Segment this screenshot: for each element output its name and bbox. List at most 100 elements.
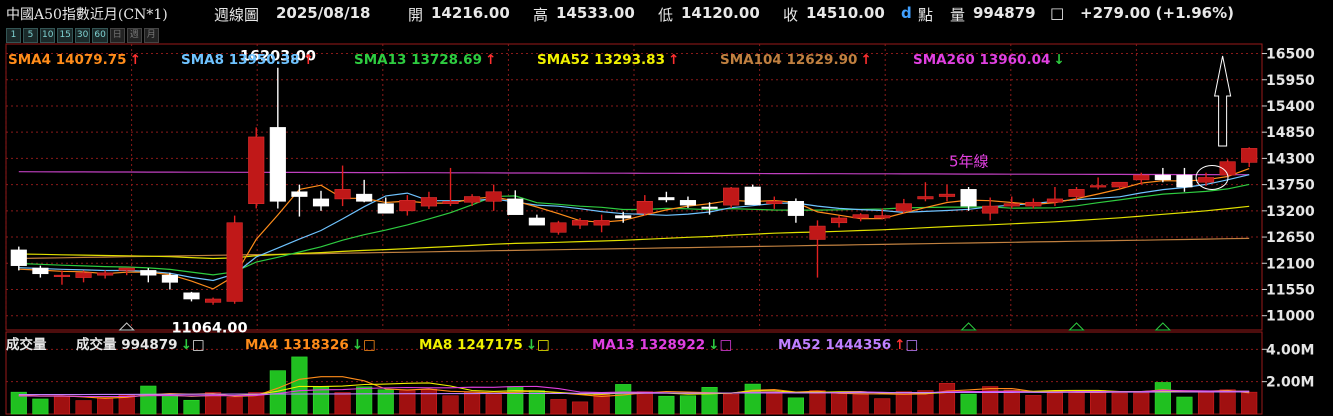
volume-bar (75, 400, 92, 415)
candle-body (852, 214, 869, 219)
candle (744, 184, 761, 205)
volume-axis-label: 2.00M (1266, 375, 1314, 391)
candle-body (442, 201, 459, 204)
legend-item: MA8 1247175 ↓□ (419, 337, 550, 353)
candle-body (140, 270, 157, 276)
price-axis: 11000 11550 12100 12650 13200 13750 14300 14850… (1262, 47, 1315, 325)
price-panel-frame (5, 43, 1263, 331)
legend-item: MA52 1444356 ↑□ (778, 337, 918, 353)
chart-canvas: 11000 11550 12100 12650 13200 13750 14300 14850… (5, 43, 1315, 415)
candle-body (312, 198, 330, 207)
price-axis-label: 13750 (1266, 178, 1315, 194)
legend-arrow-icon: ↑ (860, 52, 871, 68)
candle-body (982, 205, 999, 214)
volume-bar (960, 393, 977, 415)
candle-body (830, 217, 848, 224)
price-axis-label: 11550 (1266, 282, 1315, 298)
candle (399, 195, 416, 216)
candle (356, 179, 373, 203)
volume-legend: 成交量 成交量 994879 ↓□ MA4 1318326 ↓□ MA8 1247175 ↓… (6, 336, 918, 353)
volume-bar (1154, 382, 1171, 415)
candle-body (658, 197, 675, 201)
candle-body (938, 193, 956, 197)
price-axis-label: 12100 (1266, 256, 1315, 272)
marker-triangle-icon (1154, 322, 1172, 331)
candle (571, 217, 589, 229)
candle-body (679, 200, 697, 206)
candle (917, 182, 934, 202)
volume-bar (161, 395, 178, 415)
candle (787, 198, 804, 223)
candle (204, 297, 222, 305)
legend-arrow-icon: ↑ (668, 52, 679, 68)
candle (658, 191, 675, 203)
candle (269, 67, 286, 209)
legend-arrow-icon: ↓ (181, 337, 192, 353)
price-legend: SMA4 14079.75 ↑ SMA8 13950.38 ↑ SMA13 13728.… (8, 52, 1065, 68)
volume-bar (291, 356, 308, 415)
candle (895, 198, 912, 214)
legend-box-icon: □ (537, 337, 550, 353)
candle (679, 196, 697, 208)
legend-box-icon: □ (192, 337, 205, 353)
candle (723, 187, 740, 208)
volume-bar (1068, 390, 1085, 415)
volume-ma-lines (18, 376, 1250, 399)
price-axis-label: 15400 (1266, 99, 1315, 115)
volume-bar (485, 394, 502, 415)
volume-bar (874, 398, 891, 415)
candle-body (1241, 148, 1258, 163)
candle-body (161, 274, 178, 283)
legend-item: MA4 1318326 ↓□ (245, 337, 376, 353)
legend-arrow-icon: ↓ (352, 337, 363, 353)
candle-body (1197, 177, 1215, 183)
volume-bar (895, 391, 912, 415)
candle (809, 220, 826, 278)
volume-bar (442, 395, 459, 415)
candle-body (1068, 189, 1085, 197)
candle-body (809, 225, 826, 240)
candle (183, 291, 200, 302)
legend-arrow-icon: ↑ (130, 52, 141, 68)
five-year-line-annotation: 5年線 (949, 153, 989, 171)
marker-triangle-icon (960, 322, 977, 331)
candle-body (874, 215, 891, 219)
candle (464, 194, 481, 207)
volume-axis: 2.00M 4.00M (1262, 342, 1314, 391)
candle-body (291, 191, 308, 197)
candle (32, 265, 49, 278)
candle-body (960, 189, 977, 207)
price-axis-label: 15950 (1266, 73, 1315, 89)
candle-body (32, 267, 49, 275)
candle (248, 127, 265, 209)
volume-bar (938, 382, 956, 415)
volume-bar (723, 393, 740, 415)
candle-body (917, 196, 934, 200)
candle (53, 270, 71, 285)
candle-body (248, 136, 265, 204)
volume-bar (550, 399, 567, 415)
annotations: 16203.0011064.005年線 (118, 49, 1232, 337)
candle (140, 268, 157, 283)
volume-bar (1197, 391, 1215, 415)
candle-body (97, 272, 114, 276)
legend-arrow-icon: ↑ (894, 337, 905, 353)
candle-body (1111, 181, 1128, 188)
candle-body (636, 201, 653, 214)
volume-bar (183, 399, 200, 415)
price-axis-label: 12650 (1266, 230, 1315, 246)
candle-body (615, 215, 632, 219)
candle-body (10, 249, 27, 266)
candle-body (420, 197, 438, 207)
candle (485, 184, 502, 211)
volume-bar (528, 390, 545, 415)
volume-bar (809, 390, 826, 415)
volume-bar (636, 391, 653, 415)
candle (1068, 187, 1085, 201)
candle-body (1003, 203, 1020, 207)
low-annotation: 11064.00 (171, 321, 247, 337)
volume-bar (226, 396, 243, 415)
volume-bar (1025, 395, 1042, 415)
volume-bar (1003, 389, 1020, 415)
volume-bar (97, 397, 114, 415)
